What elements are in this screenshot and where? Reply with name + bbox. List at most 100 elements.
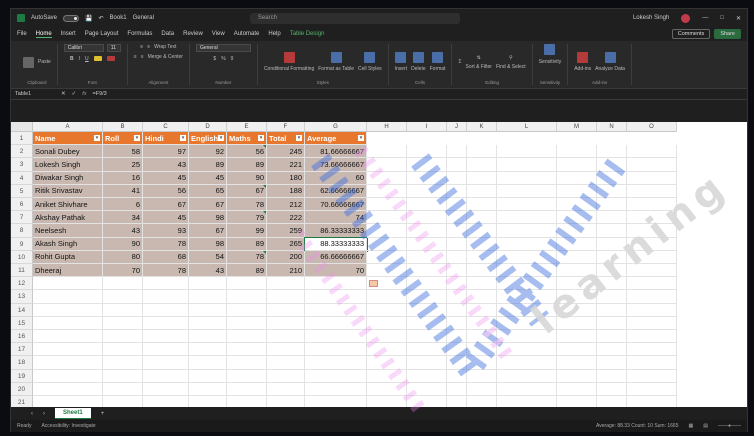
insert-button[interactable]: Insert: [395, 66, 408, 72]
empty-cell[interactable]: [467, 171, 497, 185]
empty-cell[interactable]: [557, 250, 597, 264]
tab-automate[interactable]: Automate: [234, 31, 260, 37]
value-cell[interactable]: 93: [143, 224, 189, 238]
value-cell[interactable]: 60: [305, 171, 367, 185]
empty-cell[interactable]: [407, 224, 447, 238]
value-cell[interactable]: 86.33333333: [305, 224, 367, 238]
align-center-icon[interactable]: ≡: [141, 54, 144, 60]
value-cell[interactable]: 89: [189, 158, 227, 172]
empty-cell[interactable]: [597, 303, 627, 317]
empty-cell[interactable]: [367, 158, 407, 172]
empty-cell[interactable]: [627, 224, 677, 238]
empty-cell[interactable]: [447, 290, 467, 304]
empty-cell[interactable]: [467, 369, 497, 383]
name-cell[interactable]: Dheeraj: [33, 264, 103, 278]
table-header-cell[interactable]: Hindi ▾: [143, 132, 189, 146]
value-cell[interactable]: 58: [103, 145, 143, 159]
font-color-icon[interactable]: [106, 56, 115, 61]
empty-cell[interactable]: [467, 145, 497, 159]
empty-cell[interactable]: [143, 343, 189, 357]
empty-cell[interactable]: [267, 316, 305, 330]
empty-cell[interactable]: [597, 277, 627, 291]
name-cell[interactable]: Diwakar Singh: [33, 171, 103, 185]
empty-cell[interactable]: [227, 277, 267, 291]
empty-cell[interactable]: [597, 198, 627, 212]
format-button[interactable]: Format: [430, 66, 446, 72]
empty-cell[interactable]: [627, 237, 677, 251]
empty-cell[interactable]: [407, 316, 447, 330]
empty-cell[interactable]: [305, 356, 367, 370]
column-header[interactable]: N: [597, 122, 627, 132]
empty-cell[interactable]: [557, 224, 597, 238]
name-cell[interactable]: Aniket Shivhare: [33, 198, 103, 212]
zoom-slider[interactable]: ——●——: [718, 423, 741, 429]
analyze-data-button[interactable]: Analyze Data: [595, 66, 625, 72]
empty-cell[interactable]: [447, 264, 467, 278]
filter-dropdown-icon[interactable]: ▾: [218, 135, 224, 142]
tab-insert[interactable]: Insert: [61, 31, 76, 37]
table-header-cell[interactable]: Maths ▾: [227, 132, 267, 146]
empty-cell[interactable]: [227, 303, 267, 317]
empty-cell[interactable]: [33, 316, 103, 330]
empty-cell[interactable]: [557, 330, 597, 344]
empty-cell[interactable]: [467, 382, 497, 396]
empty-cell[interactable]: [497, 382, 557, 396]
row-header[interactable]: 9: [11, 237, 33, 251]
empty-cell[interactable]: [367, 211, 407, 225]
sheet-tab[interactable]: Sheet1: [55, 408, 91, 419]
underline-icon[interactable]: U: [85, 56, 89, 62]
empty-cell[interactable]: [557, 316, 597, 330]
empty-cell[interactable]: [367, 145, 407, 159]
value-cell[interactable]: 56: [227, 145, 267, 159]
value-cell[interactable]: 66.66666667: [305, 250, 367, 264]
empty-cell[interactable]: [305, 303, 367, 317]
paste-button[interactable]: Paste: [38, 59, 51, 65]
empty-cell[interactable]: [367, 264, 407, 278]
empty-cell[interactable]: [33, 303, 103, 317]
empty-cell[interactable]: [227, 330, 267, 344]
cell-styles-button[interactable]: Cell Styles: [358, 66, 382, 72]
empty-cell[interactable]: [189, 316, 227, 330]
value-cell[interactable]: 65: [189, 184, 227, 198]
empty-cell[interactable]: [447, 382, 467, 396]
empty-cell[interactable]: [497, 343, 557, 357]
empty-cell[interactable]: [597, 158, 627, 172]
worksheet-grid[interactable]: A B C D E F G H I J K L M N O 1 2 3 4 5 6 7 8 9 10 11 12 13 14 15 16 17…: [11, 122, 747, 407]
merge-center-button[interactable]: Merge & Center: [148, 54, 183, 60]
undo-icon[interactable]: ↶: [99, 15, 104, 22]
insert-icon[interactable]: [395, 52, 407, 63]
save-icon[interactable]: 💾: [85, 15, 92, 22]
row-header[interactable]: 6: [11, 198, 33, 212]
empty-cell[interactable]: [467, 303, 497, 317]
empty-cell[interactable]: [627, 198, 677, 212]
empty-cell[interactable]: [143, 369, 189, 383]
fx-icon[interactable]: fx: [82, 91, 86, 97]
empty-cell[interactable]: [597, 237, 627, 251]
empty-cell[interactable]: [627, 303, 677, 317]
empty-cell[interactable]: [447, 158, 467, 172]
empty-cell[interactable]: [557, 369, 597, 383]
font-size-select[interactable]: 11: [106, 44, 121, 52]
table-header-cell[interactable]: Roll ▾: [103, 132, 143, 146]
tab-help[interactable]: Help: [268, 31, 280, 37]
empty-cell[interactable]: [407, 158, 447, 172]
empty-cell[interactable]: [407, 237, 447, 251]
empty-cell[interactable]: [407, 356, 447, 370]
empty-cell[interactable]: [367, 237, 407, 251]
empty-cell[interactable]: [497, 250, 557, 264]
empty-cell[interactable]: [103, 396, 143, 407]
empty-cell[interactable]: [267, 330, 305, 344]
value-cell[interactable]: 43: [143, 158, 189, 172]
table-header-cell[interactable]: Name ▾: [33, 132, 103, 146]
empty-cell[interactable]: [497, 316, 557, 330]
value-cell[interactable]: 70: [305, 264, 367, 278]
empty-cell[interactable]: [447, 369, 467, 383]
format-table-icon[interactable]: [330, 52, 342, 63]
tab-formulas[interactable]: Formulas: [127, 31, 152, 37]
empty-cell[interactable]: [33, 330, 103, 344]
analyze-data-icon[interactable]: [604, 52, 616, 63]
value-cell[interactable]: 81.66666667: [305, 145, 367, 159]
empty-cell[interactable]: [143, 356, 189, 370]
row-header[interactable]: 16: [11, 330, 33, 344]
value-cell[interactable]: 210: [267, 264, 305, 278]
